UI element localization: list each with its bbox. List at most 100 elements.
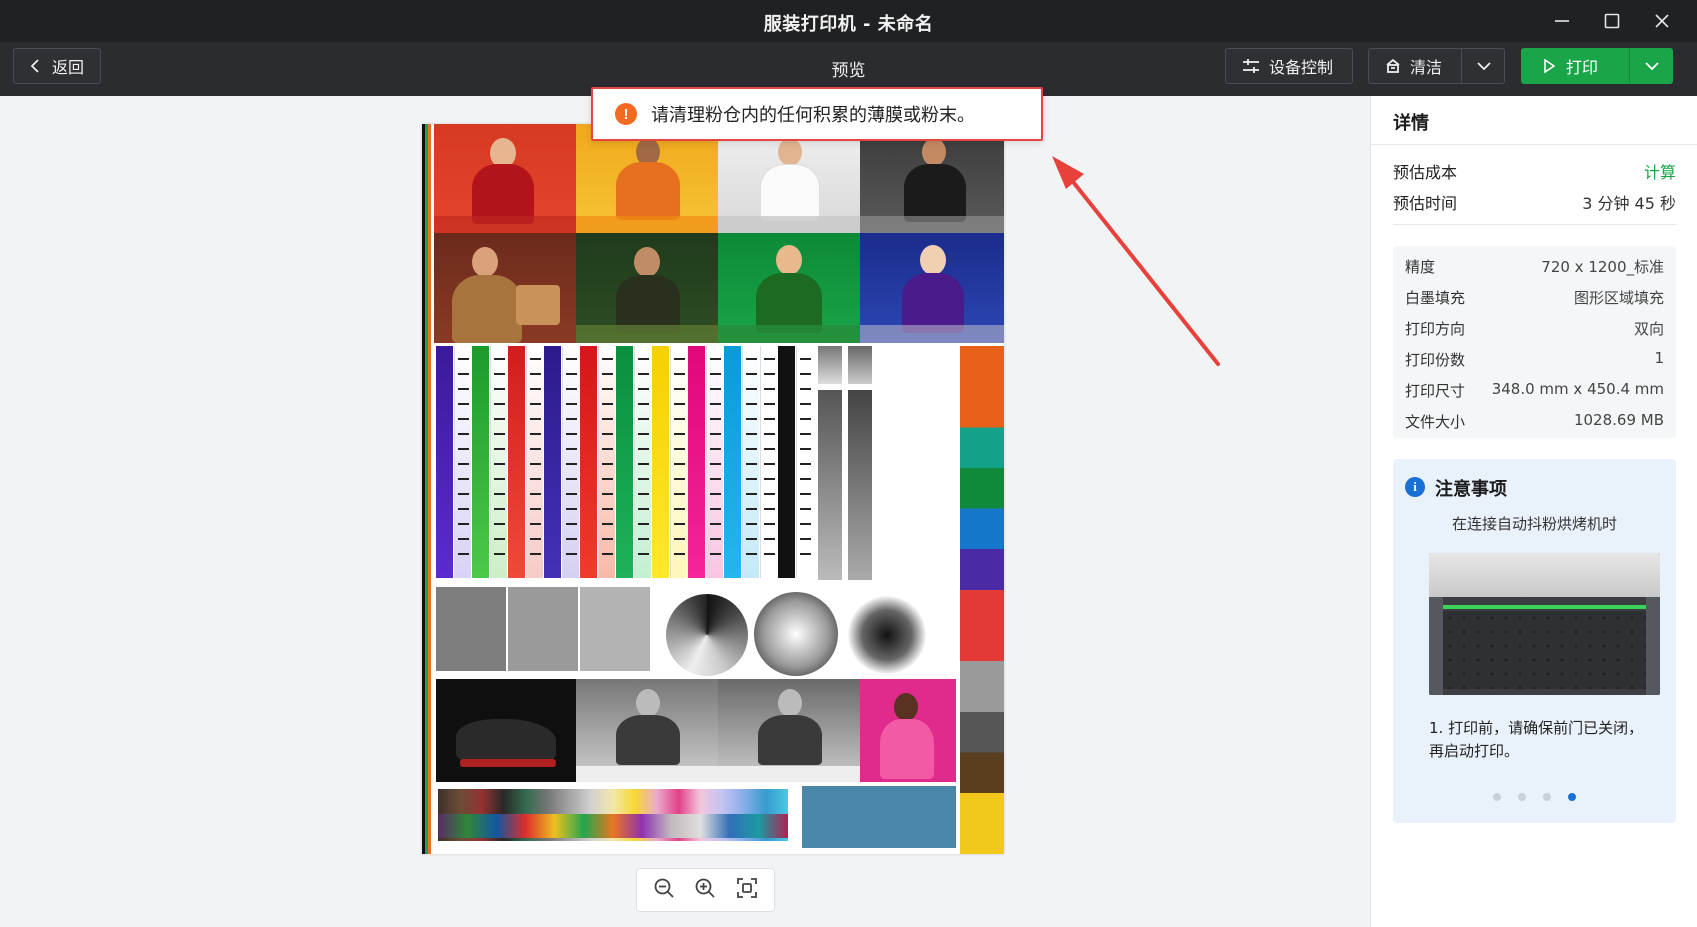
carousel-dot[interactable] xyxy=(1493,793,1501,801)
details-title: 详情 xyxy=(1393,113,1429,134)
color-ramp xyxy=(616,346,633,578)
spec-row: 精度 720 x 1200_标准 xyxy=(1405,256,1664,277)
window-titlebar: 服装打印机 - 未命名 xyxy=(0,0,1697,42)
ramp-scale xyxy=(526,346,543,578)
minimize-button[interactable] xyxy=(1537,0,1587,42)
spec-value: 图形区域填充 xyxy=(1573,289,1664,307)
color-ramp xyxy=(652,346,669,578)
clean-icon xyxy=(1386,58,1400,73)
zoom-in-button[interactable] xyxy=(694,877,716,903)
notice-subtitle: 在连接自动抖粉烘烤机时 xyxy=(1451,515,1617,533)
zoom-out-icon xyxy=(654,878,674,898)
notice-card: i 注意事项 在连接自动抖粉烘烤机时 1. 打印前，请确保前门已关闭，再启动打印… xyxy=(1393,459,1676,823)
details-panel: 详情 预估成本 计算 预估时间 3 分钟 45 秒 精度 720 x 1200_… xyxy=(1370,96,1697,927)
ramp-scale xyxy=(490,346,507,578)
color-ramp xyxy=(508,346,525,578)
spec-value: 720 x 1200_标准 xyxy=(1541,258,1664,276)
gray-step-strip xyxy=(848,390,872,580)
fit-screen-button[interactable] xyxy=(736,877,758,903)
radial-gradient-circle xyxy=(848,596,926,674)
print-preview-sheet[interactable] xyxy=(422,124,1004,854)
carousel-dot[interactable] xyxy=(1543,793,1551,801)
preview-area[interactable] xyxy=(0,96,1370,927)
estimated-cost-row: 预估成本 计算 xyxy=(1393,159,1676,183)
gray-block xyxy=(436,587,506,671)
printer-illustration xyxy=(1429,553,1660,695)
gray-step-strip xyxy=(818,390,842,580)
close-icon xyxy=(1655,14,1669,28)
ramp-scale xyxy=(562,346,579,578)
spec-label: 打印尺寸 xyxy=(1405,382,1466,400)
window-title: 服装打印机 - 未命名 xyxy=(763,14,934,35)
spec-value: 1028.69 MB xyxy=(1573,411,1664,429)
carousel-dot-active[interactable] xyxy=(1568,793,1576,801)
photo-tile xyxy=(434,233,576,343)
spec-row: 打印方向 双向 xyxy=(1405,318,1664,339)
warning-toast: ! 请清理粉仓内的任何积累的薄膜或粉末。 xyxy=(591,87,1043,141)
chevron-down-icon xyxy=(1644,62,1659,71)
spec-label: 打印方向 xyxy=(1405,320,1466,338)
clean-dropdown-toggle[interactable] xyxy=(1462,49,1505,83)
color-ramp xyxy=(472,346,489,578)
swatch-column xyxy=(960,346,1004,854)
toast-message: 请清理粉仓内的任何积累的薄膜或粉末。 xyxy=(651,105,975,126)
photo-tile xyxy=(860,233,1004,343)
notice-title: 注意事项 xyxy=(1435,479,1507,500)
spec-value: 双向 xyxy=(1633,320,1664,338)
zoom-controls xyxy=(636,868,775,912)
clean-button[interactable]: 清洁 xyxy=(1368,48,1505,84)
radial-gradient-circle xyxy=(754,592,838,676)
color-ramp xyxy=(724,346,741,578)
photo-tile xyxy=(576,679,718,782)
zoom-in-icon xyxy=(696,878,716,898)
warning-icon: ! xyxy=(615,103,637,125)
calculate-cost-link[interactable]: 计算 xyxy=(1644,159,1676,183)
gray-step-strip xyxy=(848,346,872,384)
color-ramp xyxy=(688,346,705,578)
gray-block xyxy=(580,587,650,671)
spec-row: 打印尺寸 348.0 mm x 450.4 mm xyxy=(1405,380,1664,401)
ramp-scale xyxy=(706,346,723,578)
gray-block xyxy=(508,587,578,671)
notice-text: 1. 打印前，请确保前门已关闭，再启动打印。 xyxy=(1429,719,1644,760)
maximize-icon xyxy=(1604,13,1620,29)
photo-tile xyxy=(718,233,860,343)
divider xyxy=(1371,144,1697,145)
blue-swatch xyxy=(802,786,956,848)
play-icon xyxy=(1544,59,1555,73)
spec-row: 文件大小 1028.69 MB xyxy=(1405,411,1664,432)
chevron-down-icon xyxy=(1476,62,1491,71)
spec-label: 文件大小 xyxy=(1405,413,1466,431)
print-specs: 精度 720 x 1200_标准 白墨填充 图形区域填充 打印方向 双向 打印份… xyxy=(1393,246,1676,438)
registration-stripe xyxy=(428,124,431,854)
tone-wheel xyxy=(666,594,748,676)
print-button[interactable]: 打印 xyxy=(1521,48,1673,84)
estimated-time-label: 预估时间 xyxy=(1393,194,1458,213)
estimated-time-value: 3 分钟 45 秒 xyxy=(1582,194,1676,213)
photo-tile xyxy=(718,679,860,782)
sliders-icon xyxy=(1243,59,1259,73)
spec-value: 348.0 mm x 450.4 mm xyxy=(1491,380,1664,398)
zoom-out-button[interactable] xyxy=(653,877,675,903)
carousel-dot[interactable] xyxy=(1518,793,1526,801)
spec-label: 白墨填充 xyxy=(1405,289,1466,307)
color-ramp xyxy=(436,346,453,578)
photo-tile xyxy=(434,124,576,233)
ramp-scale xyxy=(670,346,687,578)
clean-label: 清洁 xyxy=(1410,58,1443,77)
spec-row: 白墨填充 图形区域填充 xyxy=(1405,287,1664,308)
photo-tile xyxy=(860,679,956,782)
color-ramp xyxy=(778,346,795,578)
spec-label: 打印份数 xyxy=(1405,351,1466,369)
color-ramp xyxy=(544,346,561,578)
maximize-button[interactable] xyxy=(1587,0,1637,42)
print-main[interactable]: 打印 xyxy=(1543,54,1598,78)
device-control-button[interactable]: 设备控制 xyxy=(1225,48,1353,84)
close-button[interactable] xyxy=(1637,0,1687,42)
print-dropdown-toggle[interactable] xyxy=(1630,48,1673,84)
fit-screen-icon xyxy=(737,878,758,898)
color-ramp xyxy=(580,346,597,578)
ramp-scale xyxy=(796,346,813,578)
ramp-scale xyxy=(454,346,471,578)
ramp-scale xyxy=(760,346,777,578)
